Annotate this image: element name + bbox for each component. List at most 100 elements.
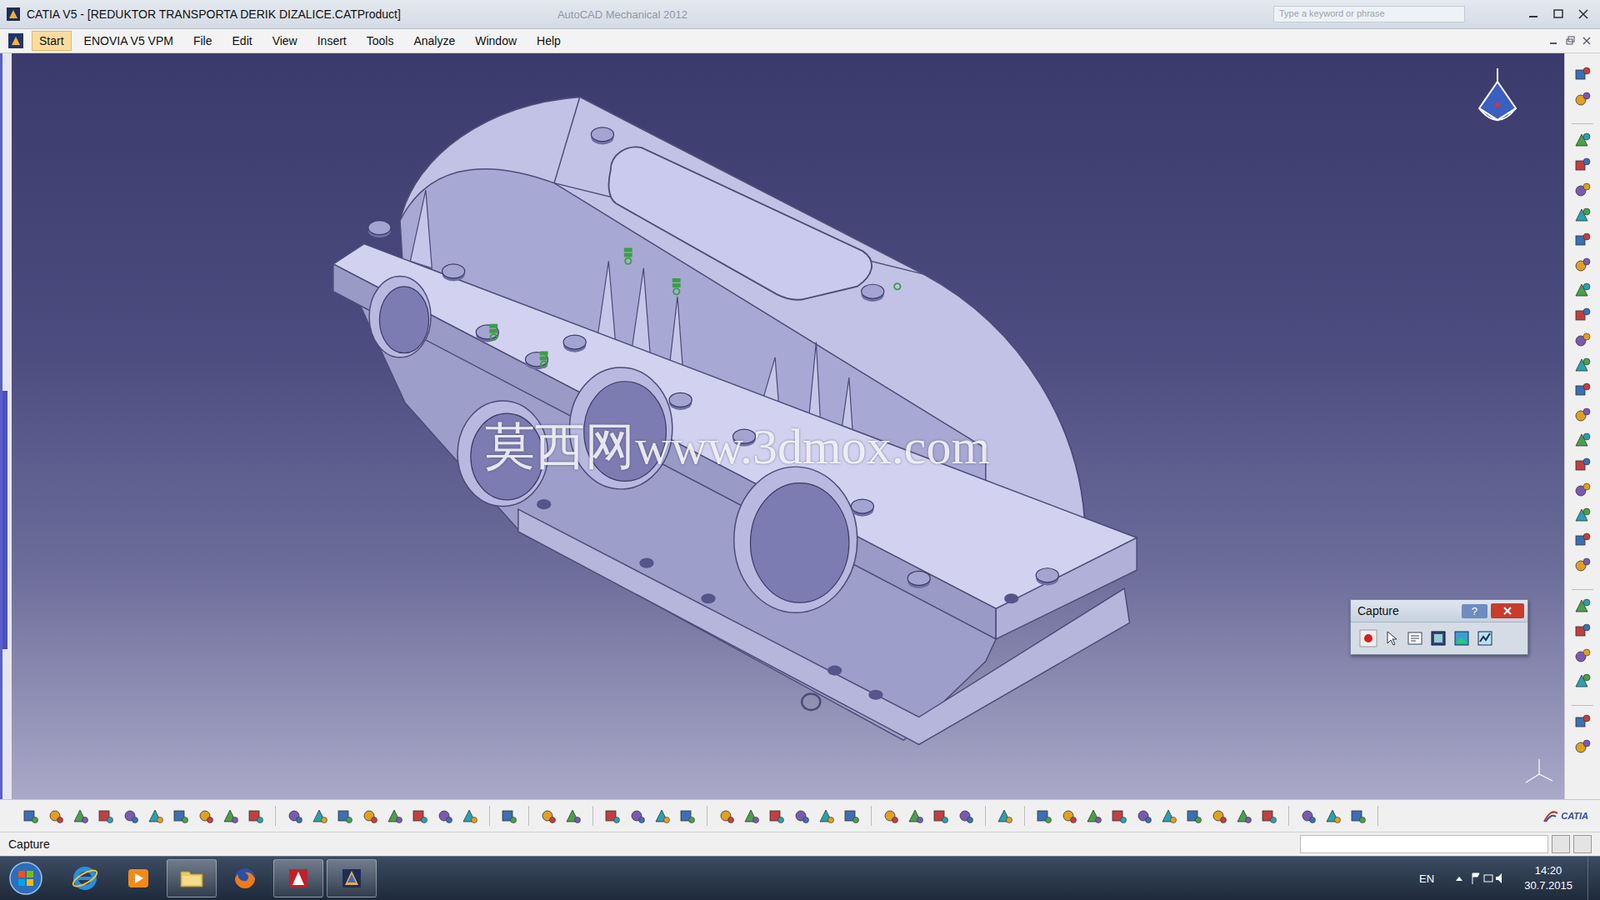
options-icon[interactable]	[1405, 629, 1425, 648]
language-indicator[interactable]: EN	[1419, 872, 1435, 885]
scroll-thumb[interactable]	[2, 390, 8, 650]
select-mode-icon[interactable]	[1382, 629, 1401, 648]
menu-item[interactable]: Analyze	[405, 30, 463, 51]
taskbar-app[interactable]	[220, 859, 270, 898]
tool-icon[interactable]	[1035, 806, 1054, 825]
doc-minimize-icon[interactable]	[1546, 34, 1560, 48]
tool-icon[interactable]	[1573, 405, 1592, 425]
tool-icon[interactable]	[603, 806, 622, 825]
tool-icon[interactable]	[1573, 230, 1592, 250]
tool-icon[interactable]	[1573, 155, 1592, 175]
tool-icon[interactable]	[1573, 255, 1592, 275]
tool-icon[interactable]	[1573, 130, 1592, 150]
tool-icon[interactable]	[1573, 712, 1592, 731]
tool-icon[interactable]	[196, 806, 215, 825]
show-desktop-button[interactable]	[1587, 856, 1600, 900]
tool-icon[interactable]	[1299, 806, 1318, 825]
start-orb-icon[interactable]	[8, 860, 44, 896]
tool-icon[interactable]	[995, 806, 1015, 825]
command-field[interactable]	[1300, 835, 1549, 854]
tool-icon[interactable]	[1085, 806, 1104, 825]
help-button[interactable]: ?	[1461, 604, 1488, 619]
tool-icon[interactable]	[1135, 806, 1154, 825]
taskbar-app[interactable]	[60, 859, 110, 898]
menu-item[interactable]: Insert	[310, 30, 355, 51]
tool-icon[interactable]	[1185, 806, 1204, 825]
menu-item[interactable]: Window	[467, 30, 525, 51]
tool-icon[interactable]	[1573, 555, 1592, 575]
tool-icon[interactable]	[717, 806, 736, 825]
tool-icon[interactable]	[881, 806, 900, 825]
tool-icon[interactable]	[1110, 806, 1129, 825]
tool-icon[interactable]	[1060, 806, 1079, 825]
tool-icon[interactable]	[500, 806, 519, 825]
tool-icon[interactable]	[96, 806, 115, 825]
menu-item[interactable]: Edit	[225, 30, 260, 51]
tool-icon[interactable]	[46, 806, 65, 825]
menu-item[interactable]: ENOVIA V5 VPM	[76, 30, 181, 51]
tool-icon[interactable]	[564, 806, 583, 825]
tool-icon[interactable]	[906, 806, 925, 825]
tool-icon[interactable]	[310, 806, 330, 825]
tool-icon[interactable]	[1573, 530, 1592, 550]
tool-icon[interactable]	[653, 806, 672, 825]
tool-icon[interactable]	[767, 806, 786, 825]
tool-icon[interactable]	[410, 806, 430, 825]
tool-icon[interactable]	[385, 806, 405, 825]
record-icon[interactable]	[1359, 629, 1378, 648]
menu-item[interactable]: View	[265, 30, 305, 51]
doc-restore-icon[interactable]	[1563, 34, 1577, 48]
doc-close-icon[interactable]	[1580, 34, 1594, 48]
taskbar-app[interactable]	[273, 859, 324, 898]
status-button[interactable]	[1551, 835, 1570, 854]
tool-icon[interactable]	[1260, 806, 1279, 825]
capture-title-bar[interactable]: Capture?	[1350, 600, 1528, 622]
tool-icon[interactable]	[71, 806, 90, 825]
menu-item[interactable]: File	[185, 30, 220, 51]
search-field[interactable]: Type a keyword or phrase	[1273, 5, 1465, 23]
tool-icon[interactable]	[1349, 806, 1368, 825]
3d-viewport[interactable]: 莫西网www.3dmox.comCapture?	[11, 53, 1565, 800]
tool-icon[interactable]	[1573, 455, 1592, 475]
menu-item[interactable]: Start	[31, 30, 72, 51]
tool-icon[interactable]	[146, 806, 165, 825]
tool-icon[interactable]	[1573, 355, 1592, 375]
tool-icon[interactable]	[21, 806, 40, 825]
tool-icon[interactable]	[1573, 380, 1592, 400]
minimize-icon[interactable]	[1521, 5, 1545, 23]
tool-icon[interactable]	[1573, 621, 1592, 640]
tool-icon[interactable]	[1573, 90, 1592, 109]
tool-icon[interactable]	[539, 806, 558, 825]
tool-icon[interactable]	[1573, 737, 1592, 756]
tool-icon[interactable]	[460, 806, 480, 825]
close-icon[interactable]	[1571, 5, 1595, 23]
tool-icon[interactable]	[1573, 596, 1592, 615]
tool-icon[interactable]	[1324, 806, 1343, 825]
capture-image-icon[interactable]	[1429, 629, 1448, 648]
tool-icon[interactable]	[817, 806, 836, 825]
tool-icon[interactable]	[792, 806, 811, 825]
tool-icon[interactable]	[335, 806, 355, 825]
video-icon[interactable]	[1475, 629, 1495, 648]
tool-icon[interactable]	[1573, 180, 1592, 200]
tool-icon[interactable]	[931, 806, 950, 825]
maximize-icon[interactable]	[1546, 5, 1570, 23]
tool-icon[interactable]	[956, 806, 975, 825]
tool-icon[interactable]	[1235, 806, 1254, 825]
tool-icon[interactable]	[1573, 280, 1592, 300]
tool-icon[interactable]	[1573, 305, 1592, 325]
menu-item[interactable]: Tools	[359, 30, 402, 51]
tool-icon[interactable]	[1573, 330, 1592, 350]
tool-icon[interactable]	[121, 806, 140, 825]
status-button[interactable]	[1573, 835, 1592, 854]
tool-icon[interactable]	[246, 806, 265, 825]
tool-icon[interactable]	[1573, 671, 1592, 690]
tool-icon[interactable]	[360, 806, 380, 825]
compass-icon[interactable]	[1472, 65, 1523, 135]
clock[interactable]: 14:2030.7.2015	[1524, 863, 1573, 894]
tool-icon[interactable]	[1573, 505, 1592, 525]
tool-icon[interactable]	[285, 806, 305, 825]
taskbar-app[interactable]	[326, 859, 377, 898]
tool-icon[interactable]	[1573, 480, 1592, 500]
album-icon[interactable]	[1452, 629, 1471, 648]
